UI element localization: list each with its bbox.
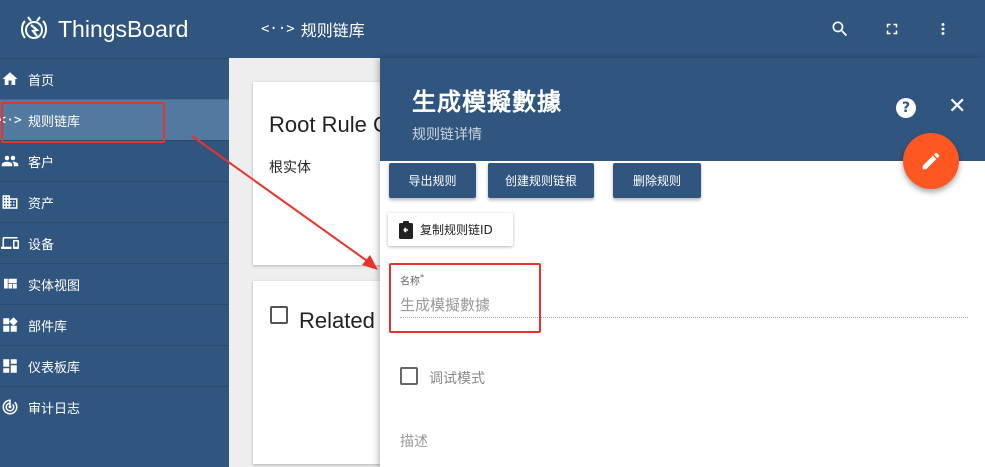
sidebar-item-home[interactable]: 首页 bbox=[0, 58, 229, 99]
widgets-icon bbox=[0, 315, 20, 335]
description-field[interactable]: 描述 bbox=[400, 431, 428, 451]
devices-icon bbox=[0, 233, 20, 253]
page-title: 规则链库 bbox=[300, 21, 365, 40]
people-icon bbox=[0, 151, 20, 171]
edit-button[interactable] bbox=[903, 133, 959, 189]
copy-id-label: 复制规则链ID bbox=[420, 223, 493, 237]
sidebar-item-entity-views[interactable]: 实体视图 bbox=[0, 263, 229, 304]
view-quilt-icon bbox=[0, 274, 20, 294]
make-root-button[interactable]: 创建规则链根 bbox=[488, 163, 594, 198]
card-title: Related bbox=[299, 308, 375, 333]
sidebar-item-label: 审计日志 bbox=[28, 401, 81, 417]
sidebar-item-devices[interactable]: 设备 bbox=[0, 222, 229, 263]
more-vert-icon[interactable] bbox=[931, 17, 955, 41]
fullscreen-icon[interactable] bbox=[880, 17, 904, 41]
debug-mode-label: 调试模式 bbox=[429, 371, 485, 387]
sidebar-item-label: 资产 bbox=[28, 196, 55, 212]
sidebar-item-customers[interactable]: 客户 bbox=[0, 140, 229, 181]
rule-chain-icon: <··> bbox=[261, 21, 295, 37]
sidebar-item-assets[interactable]: 资产 bbox=[0, 181, 229, 222]
dashboard-icon bbox=[0, 356, 20, 376]
details-title: 生成模擬數據 bbox=[412, 88, 562, 116]
card-title: Root Rule C bbox=[269, 112, 389, 137]
app-root: ThingsBoard 首页 <·> 规则链库 客户 资产 设备 实体视图 部件… bbox=[0, 0, 985, 467]
copy-id-button[interactable]: 复制规则链ID bbox=[388, 213, 513, 246]
clipboard-icon bbox=[398, 220, 414, 239]
card-checkbox[interactable] bbox=[270, 306, 288, 324]
app-name: ThingsBoard bbox=[58, 15, 189, 42]
sidebar: ThingsBoard 首页 <·> 规则链库 客户 资产 设备 实体视图 部件… bbox=[0, 0, 229, 467]
track-changes-icon bbox=[0, 397, 20, 417]
sidebar-item-label: 设备 bbox=[28, 237, 55, 253]
search-icon[interactable] bbox=[828, 17, 852, 41]
top-bar: <··> 规则链库 bbox=[229, 0, 985, 58]
thingsboard-logo-icon bbox=[21, 16, 47, 39]
sidebar-item-widgets[interactable]: 部件库 bbox=[0, 304, 229, 345]
sidebar-item-label: 仪表板库 bbox=[28, 360, 81, 376]
pencil-icon bbox=[922, 152, 940, 170]
sidebar-item-label: 客户 bbox=[28, 155, 55, 171]
debug-mode-checkbox[interactable] bbox=[400, 367, 418, 385]
details-subtitle: 规则链详情 bbox=[412, 127, 482, 143]
details-header: 生成模擬數據 规则链详情 ? ✕ bbox=[380, 58, 985, 161]
delete-rule-chain-button[interactable]: 删除规则 bbox=[613, 163, 701, 198]
sidebar-item-label: 首页 bbox=[28, 73, 55, 89]
annotation-box-name-field bbox=[389, 263, 541, 333]
root-badge: 根实体 bbox=[269, 160, 311, 176]
sidebar-item-label: 实体视图 bbox=[28, 278, 81, 294]
logo[interactable]: ThingsBoard bbox=[0, 0, 229, 58]
close-icon[interactable]: ✕ bbox=[948, 96, 966, 118]
sidebar-item-audit-logs[interactable]: 审计日志 bbox=[0, 386, 229, 427]
sidebar-item-dashboards[interactable]: 仪表板库 bbox=[0, 345, 229, 386]
home-icon bbox=[0, 69, 20, 89]
export-rule-chain-button[interactable]: 导出规则 bbox=[389, 163, 476, 198]
annotation-box-sidebar bbox=[1, 102, 165, 143]
breadcrumb: <··> 规则链库 bbox=[261, 17, 365, 41]
domain-icon bbox=[0, 192, 20, 212]
sidebar-item-label: 部件库 bbox=[28, 319, 68, 335]
help-icon[interactable]: ? bbox=[896, 98, 916, 118]
